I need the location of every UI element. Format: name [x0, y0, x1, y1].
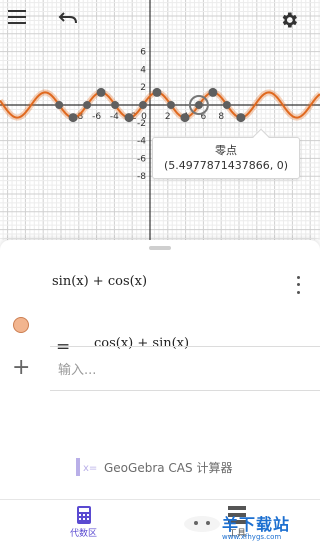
plus-icon[interactable]: + [12, 356, 30, 380]
more-icon [296, 276, 300, 280]
cas-label: GeoGebra CAS 计算器 [104, 460, 233, 475]
menu-button[interactable] [8, 10, 40, 42]
undo-button[interactable] [58, 10, 90, 42]
zero-point [222, 101, 231, 109]
y-tick-label: 4 [140, 65, 146, 75]
menu-icon [8, 10, 26, 24]
zero-point [139, 101, 148, 109]
y-tick-label: -2 [137, 119, 146, 129]
y-tick-label: 6 [140, 48, 146, 58]
input-row[interactable]: + [0, 348, 320, 392]
tooltip-coords: (5.4977871437866, 0) [163, 159, 289, 172]
extremum-point [68, 113, 78, 123]
settings-button[interactable] [279, 10, 311, 42]
cas-icon: x= [76, 456, 98, 478]
calculator-icon [76, 506, 91, 524]
mascot-icon [184, 516, 220, 532]
y-tick-label: -4 [137, 137, 146, 147]
zero-point [194, 101, 203, 109]
extremum-point [236, 113, 246, 123]
cas-link[interactable]: x= GeoGebra CAS 计算器 [76, 456, 232, 478]
divider [50, 390, 320, 391]
divider [50, 346, 320, 347]
more-options-button[interactable] [290, 274, 306, 296]
drag-handle[interactable] [149, 246, 171, 250]
x-tick-label: 2 [165, 112, 171, 122]
extremum-point [124, 113, 134, 123]
graph-view[interactable]: -8-6-4-224680642-2-4-6-8 零点 (5.497787143… [0, 0, 320, 240]
graph-canvas[interactable]: -8-6-4-224680642-2-4-6-8 [0, 0, 320, 240]
zero-point [83, 101, 92, 109]
watermark-title: 羊下载站 [222, 515, 291, 534]
expression-text[interactable]: sin(x) + cos(x) [52, 274, 147, 289]
extremum-point [152, 87, 162, 97]
undo-icon [58, 12, 77, 24]
x-tick-label: 8 [218, 112, 224, 122]
zero-point [166, 101, 175, 109]
extremum-point [180, 113, 190, 123]
algebra-item[interactable]: sin(x) + cos(x) = cos(x) + sin(x) [0, 262, 320, 357]
tooltip-title: 零点 [215, 144, 237, 157]
extremum-point [208, 87, 218, 97]
algebra-input[interactable] [58, 360, 308, 380]
y-tick-label: 2 [140, 83, 146, 93]
zero-point [111, 101, 120, 109]
zero-point [55, 101, 64, 109]
svg-text:x=: x= [83, 463, 97, 474]
gear-icon [282, 12, 297, 28]
algebra-panel: sin(x) + cos(x) = cos(x) + sin(x) + x= G… [0, 240, 320, 549]
x-tick-label: -6 [92, 112, 101, 122]
watermark: 羊下载站 www.xfhygs.com [222, 511, 320, 549]
extremum-point [96, 87, 106, 97]
watermark-url: www.xfhygs.com [222, 533, 282, 541]
nav-algebra-label: 代数区 [70, 529, 98, 539]
y-tick-label: -6 [137, 154, 146, 164]
y-tick-label: -8 [137, 172, 146, 182]
visibility-toggle[interactable] [13, 317, 29, 333]
zero-point-tooltip: 零点 (5.4977871437866, 0) [152, 128, 300, 179]
nav-algebra-tab[interactable]: 代数区 [70, 506, 97, 539]
